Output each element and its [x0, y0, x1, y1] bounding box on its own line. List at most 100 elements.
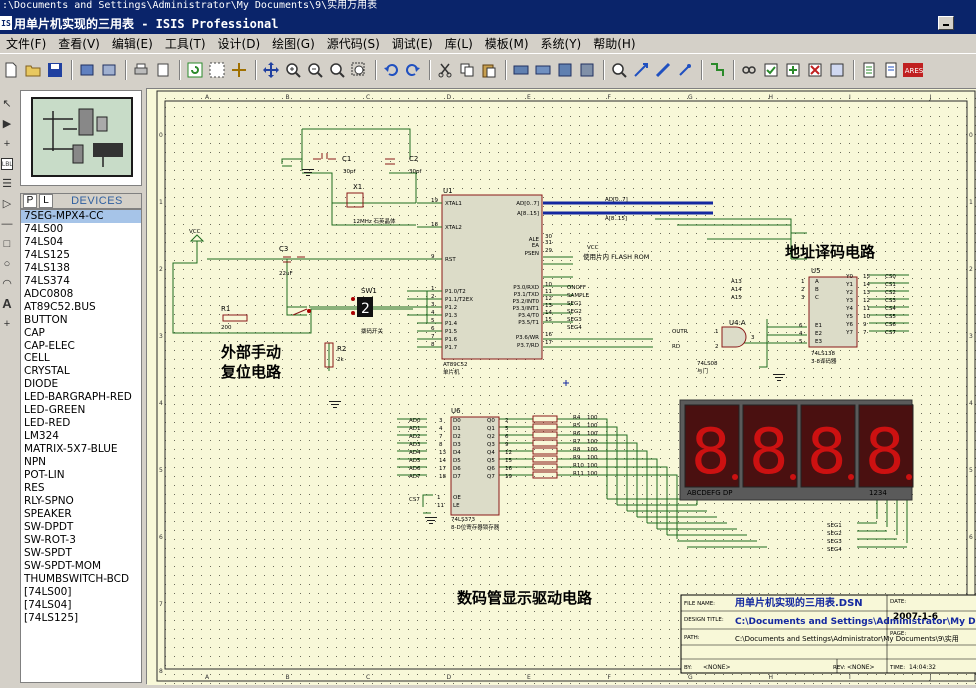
text-mode-icon[interactable]: A [1, 297, 13, 310]
device-list-item[interactable]: 74LS125 [21, 249, 141, 262]
menu-debug[interactable]: 调试(E) [386, 35, 439, 52]
bill-of-materials-icon[interactable] [859, 60, 879, 80]
marker-mode-icon[interactable]: + [1, 318, 13, 330]
circle-mode-icon[interactable]: ○ [1, 258, 13, 270]
netlist-to-ares-icon[interactable]: ARES [903, 60, 923, 80]
device-list-item[interactable]: POT-LIN [21, 469, 141, 482]
property-assignment-icon[interactable] [761, 60, 781, 80]
menu-library[interactable]: 库(L) [439, 35, 479, 52]
block-copy-icon[interactable] [511, 60, 531, 80]
device-list-item[interactable]: LED-BARGRAPH-RED [21, 391, 141, 404]
wire-autorouter-icon[interactable] [707, 60, 727, 80]
device-list-item[interactable]: THUMBSWITCH-BCD [21, 573, 141, 586]
open-folder-icon[interactable] [23, 60, 43, 80]
schematic-workarea[interactable]: AABBCCDDEEFFGGHHIIJJKK001122334455667788 [146, 88, 976, 685]
device-list-item[interactable]: SW-ROT-3 [21, 534, 141, 547]
device-list-item[interactable]: [74LS00] [21, 586, 141, 599]
device-list-item[interactable]: SPEAKER [21, 508, 141, 521]
packaging-tool-icon[interactable] [653, 60, 673, 80]
device-list-item[interactable]: 7SEG-MPX4-CC [21, 210, 141, 223]
reset-button[interactable] [307, 309, 311, 313]
block-rotate-icon[interactable] [555, 60, 575, 80]
device-list-item[interactable]: MATRIX-5X7-BLUE [21, 443, 141, 456]
undo-icon[interactable] [381, 60, 401, 80]
new-file-icon[interactable] [1, 60, 21, 80]
menu-source[interactable]: 源代码(S) [321, 35, 386, 52]
cut-icon[interactable] [435, 60, 455, 80]
menu-template[interactable]: 模板(M) [479, 35, 535, 52]
remove-sheet-icon[interactable] [805, 60, 825, 80]
device-list-item[interactable]: LED-GREEN [21, 404, 141, 417]
device-list-item[interactable]: CAP-ELEC [21, 340, 141, 353]
minimize-button[interactable] [938, 16, 954, 30]
pick-devices-button[interactable]: P [23, 194, 37, 208]
device-list[interactable]: 7SEG-MPX4-CC 74LS00 74LS04 74LS125 74LS138 74… [20, 209, 142, 683]
new-sheet-icon[interactable] [783, 60, 803, 80]
device-list-item[interactable]: NPN [21, 456, 141, 469]
text-script-mode-icon[interactable]: ☰ [1, 178, 13, 190]
device-list-item[interactable]: 74LS138 [21, 262, 141, 275]
device-list-item[interactable]: LM324 [21, 430, 141, 443]
menu-system[interactable]: 系统(Y) [535, 35, 588, 52]
device-list-item[interactable]: [74LS125] [21, 612, 141, 625]
make-device-icon[interactable] [631, 60, 651, 80]
device-list-item[interactable]: AT89C52.BUS [21, 301, 141, 314]
sw1-up-button[interactable] [351, 297, 355, 301]
erc-report-icon[interactable] [881, 60, 901, 80]
zoom-all-icon[interactable] [327, 60, 347, 80]
box-mode-icon[interactable]: □ [1, 238, 13, 250]
grid-icon[interactable] [207, 60, 227, 80]
menu-design[interactable]: 设计(D) [212, 35, 267, 52]
device-list-item[interactable]: RES [21, 482, 141, 495]
wire-label-mode-icon[interactable]: LBL [1, 158, 13, 170]
device-list-item[interactable]: 74LS374 [21, 275, 141, 288]
device-list-item[interactable]: 74LS00 [21, 223, 141, 236]
arc-mode-icon[interactable]: ◠ [1, 278, 13, 290]
terminal-mode-icon[interactable]: ▷ [1, 198, 13, 210]
library-manager-button[interactable]: L [39, 194, 53, 208]
schematic-sheet[interactable]: AABBCCDDEEFFGGHHIIJJKK001122334455667788 [147, 89, 976, 685]
block-move-icon[interactable] [533, 60, 553, 80]
menu-help[interactable]: 帮助(H) [587, 35, 641, 52]
overview-window[interactable] [20, 90, 142, 186]
selection-mode-icon[interactable]: ↖ [1, 98, 13, 110]
device-list-item[interactable]: SW-SPDT-MOM [21, 560, 141, 573]
paste-icon[interactable] [479, 60, 499, 80]
menu-view[interactable]: 查看(V) [52, 35, 106, 52]
device-list-item[interactable]: RLY-SPNO [21, 495, 141, 508]
menu-graph[interactable]: 绘图(G) [266, 35, 321, 52]
device-list-item[interactable]: BUTTON [21, 314, 141, 327]
component-mode-icon[interactable]: ▶ [1, 118, 13, 130]
zoom-area-icon[interactable] [349, 60, 369, 80]
refresh-icon[interactable] [185, 60, 205, 80]
redo-icon[interactable] [403, 60, 423, 80]
device-list-item[interactable]: SW-DPDT [21, 521, 141, 534]
menu-file[interactable]: 文件(F) [0, 35, 52, 52]
device-list-item[interactable]: ADC0808 [21, 288, 141, 301]
pick-device-icon[interactable] [609, 60, 629, 80]
goto-sheet-icon[interactable] [827, 60, 847, 80]
import-icon[interactable] [77, 60, 97, 80]
junction-dot-mode-icon[interactable]: + [1, 138, 13, 150]
zoom-out-icon[interactable] [305, 60, 325, 80]
block-delete-icon[interactable] [577, 60, 597, 80]
copy-icon[interactable] [457, 60, 477, 80]
decompose-icon[interactable] [675, 60, 695, 80]
device-list-item[interactable]: DIODE [21, 378, 141, 391]
origin-icon[interactable] [229, 60, 249, 80]
export-icon[interactable] [99, 60, 119, 80]
print-icon[interactable] [131, 60, 151, 80]
search-tag-icon[interactable] [739, 60, 759, 80]
save-icon[interactable] [45, 60, 65, 80]
device-list-item[interactable]: CELL [21, 352, 141, 365]
device-list-item[interactable]: SW-SPDT [21, 547, 141, 560]
sw1-down-button[interactable] [351, 311, 355, 315]
device-list-item[interactable]: CRYSTAL [21, 365, 141, 378]
menu-tools[interactable]: 工具(T) [159, 35, 212, 52]
zoom-in-icon[interactable] [283, 60, 303, 80]
device-list-item[interactable]: [74LS04] [21, 599, 141, 612]
line-mode-icon[interactable]: — [1, 218, 13, 230]
device-list-item[interactable]: CAP [21, 327, 141, 340]
print-area-icon[interactable] [153, 60, 173, 80]
device-list-item[interactable]: LED-RED [21, 417, 141, 430]
